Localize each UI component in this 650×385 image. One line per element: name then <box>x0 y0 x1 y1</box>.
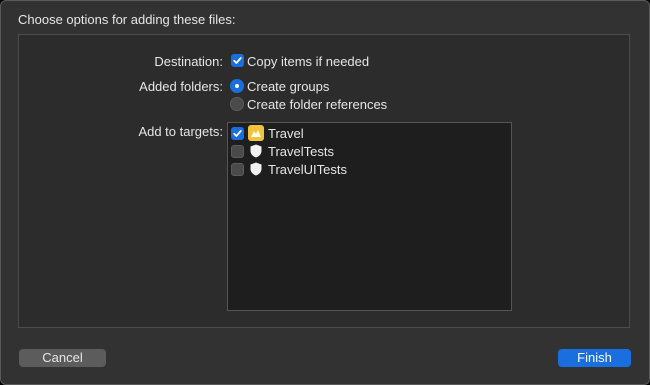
finish-button[interactable]: Finish <box>558 349 631 367</box>
checkmark-icon <box>233 57 242 64</box>
target-checkbox[interactable] <box>231 163 244 176</box>
target-row[interactable]: TravelUITests <box>228 161 511 179</box>
test-bundle-icon <box>248 161 264 177</box>
copy-items-label[interactable]: Copy items if needed <box>247 54 369 69</box>
create-groups-label[interactable]: Create groups <box>247 79 329 94</box>
copy-items-checkbox[interactable] <box>231 54 244 67</box>
add-files-dialog: Choose options for adding these files: D… <box>0 0 650 385</box>
destination-label: Destination: <box>154 54 223 69</box>
target-name: Travel <box>268 126 304 141</box>
add-to-targets-label: Add to targets: <box>138 124 223 139</box>
app-icon <box>248 125 264 141</box>
target-name: TravelUITests <box>268 162 347 177</box>
target-checkbox[interactable] <box>231 145 244 158</box>
targets-list[interactable]: Travel TravelTests TravelUITests <box>227 122 512 311</box>
added-folders-label: Added folders: <box>139 79 223 94</box>
test-bundle-icon <box>248 143 264 159</box>
target-row[interactable]: Travel <box>228 125 511 143</box>
dialog-title: Choose options for adding these files: <box>18 12 236 27</box>
target-name: TravelTests <box>268 144 334 159</box>
cancel-button[interactable]: Cancel <box>19 349 106 367</box>
create-folder-references-radio[interactable] <box>230 97 244 111</box>
target-checkbox[interactable] <box>231 127 244 140</box>
create-folder-references-label[interactable]: Create folder references <box>247 97 387 112</box>
create-groups-radio[interactable] <box>230 79 244 93</box>
target-row[interactable]: TravelTests <box>228 143 511 161</box>
checkmark-icon <box>233 130 242 137</box>
